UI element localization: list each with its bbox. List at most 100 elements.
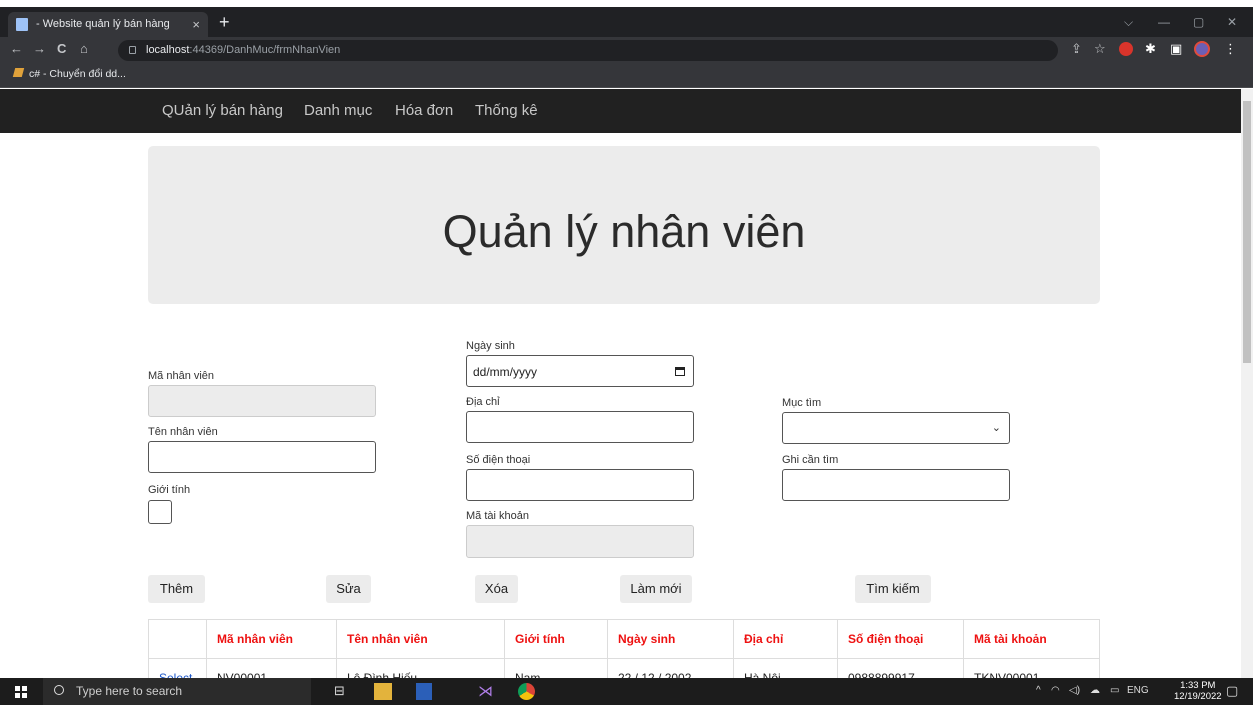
- search-icon: [54, 685, 64, 695]
- label-so-dien-thoai: Số điện thoại: [466, 454, 531, 466]
- ten-nhan-vien-input[interactable]: [148, 441, 376, 473]
- word-icon[interactable]: [416, 683, 432, 700]
- gioi-tinh-checkbox[interactable]: [148, 500, 172, 524]
- table-header: Mã nhân viên: [206, 619, 337, 659]
- table-cell: 22 / 12 / 2002: [607, 658, 734, 678]
- nav-link-thong-ke[interactable]: Thống kê: [475, 102, 538, 119]
- reload-icon[interactable]: C: [57, 41, 66, 56]
- search-placeholder: Type here to search: [76, 684, 183, 698]
- table-cell: Lê Đình Hiếu: [336, 658, 505, 678]
- browser-toolbar: ← → C ⌂ localhost:44369/DanhMuc/frmNhanV…: [0, 37, 1253, 63]
- language-indicator[interactable]: ENG: [1127, 685, 1149, 696]
- onedrive-icon[interactable]: ☁: [1090, 685, 1100, 696]
- back-icon[interactable]: ←: [10, 41, 23, 56]
- taskbar-clock[interactable]: 1:33 PM 12/19/2022: [1174, 680, 1222, 702]
- scrollbar-thumb[interactable]: [1243, 101, 1251, 363]
- table-header: Mã tài khoản: [963, 619, 1100, 659]
- chrome-icon[interactable]: [518, 683, 535, 700]
- clock-time: 1:33 PM: [1180, 680, 1216, 691]
- ngay-sinh-input[interactable]: dd/mm/yyyy: [466, 355, 694, 387]
- table-cell: Nam: [504, 658, 608, 678]
- puzzle-icon[interactable]: ✱: [1145, 41, 1156, 57]
- site-navbar: QUản lý bán hàng Danh mục Hóa đơn Thống …: [0, 89, 1241, 133]
- bookmarks-bar: c# - Chuyển đổi dd...: [0, 63, 1253, 88]
- extension-icon[interactable]: [1119, 42, 1133, 56]
- forward-icon[interactable]: →: [33, 41, 46, 56]
- share-icon[interactable]: ⇪: [1071, 41, 1082, 57]
- tab-title: - Website quản lý bán hàng: [36, 18, 170, 30]
- table-header: Tên nhân viên: [336, 619, 505, 659]
- chevron-down-icon: ⌄: [991, 422, 1001, 434]
- lam-moi-button[interactable]: Làm mới: [620, 575, 692, 603]
- table-header: Ngày sinh: [607, 619, 734, 659]
- page-favicon-icon: [16, 18, 28, 31]
- file-explorer-icon[interactable]: [374, 683, 392, 700]
- browser-tab[interactable]: - Website quản lý bán hàng ×: [8, 12, 208, 37]
- calendar-icon[interactable]: [675, 367, 685, 376]
- tray-chevron-icon[interactable]: ^: [1036, 685, 1041, 696]
- table-cell: Hà Nội: [733, 658, 838, 678]
- windows-taskbar: Type here to search ⊟ ⋊ ^ ◠ ◁) ☁ ▭ ENG 1…: [0, 678, 1253, 705]
- page-title: Quản lý nhân viên: [442, 206, 806, 257]
- profile-avatar[interactable]: [1194, 41, 1210, 57]
- table-header: Giới tính: [504, 619, 608, 659]
- volume-icon[interactable]: ◁): [1069, 685, 1080, 696]
- bookmark-item[interactable]: c# - Chuyển đổi dd...: [12, 68, 126, 80]
- nav-link-danh-muc[interactable]: Danh mục: [304, 102, 372, 119]
- url-host: localhost: [146, 44, 190, 56]
- clock-date: 12/19/2022: [1174, 691, 1222, 702]
- label-ngay-sinh: Ngày sinh: [466, 340, 515, 352]
- page-top-edge: [0, 0, 1253, 7]
- visual-studio-icon[interactable]: ⋊: [478, 683, 496, 700]
- ghi-can-tim-input[interactable]: [782, 469, 1010, 501]
- bookmark-icon: [12, 68, 25, 77]
- nav-brand[interactable]: QUản lý bán hàng: [162, 102, 283, 119]
- tim-kiem-button[interactable]: Tìm kiếm: [855, 575, 931, 603]
- label-ten-nhan-vien: Tên nhân viên: [148, 426, 218, 438]
- close-window-button[interactable]: ✕: [1227, 15, 1237, 29]
- notification-icon[interactable]: ▢: [1226, 683, 1238, 699]
- home-icon[interactable]: ⌂: [80, 41, 88, 56]
- label-ghi-can-tim: Ghi cần tìm: [782, 454, 839, 466]
- taskbar-search[interactable]: Type here to search: [43, 678, 311, 705]
- ma-tai-khoan-input[interactable]: [466, 525, 694, 558]
- lock-icon: [129, 46, 136, 54]
- address-bar[interactable]: localhost:44369/DanhMuc/frmNhanVien: [118, 40, 1058, 61]
- nav-link-hoa-don[interactable]: Hóa đơn: [395, 102, 453, 119]
- table-cell: NV00001: [206, 658, 337, 678]
- page-content: QUản lý bán hàng Danh mục Hóa đơn Thống …: [0, 89, 1241, 678]
- battery-icon[interactable]: ▭: [1110, 685, 1119, 696]
- tab-search-icon[interactable]: ⌵: [1124, 15, 1133, 30]
- label-ma-nhan-vien: Mã nhân viên: [148, 370, 215, 382]
- label-ma-tai-khoan: Mã tài khoản: [466, 510, 529, 522]
- nhan-vien-table: Mã nhân viên Tên nhân viên Giới tính Ngà…: [148, 619, 1100, 678]
- sua-button[interactable]: Sửa: [326, 575, 371, 603]
- sidebar-icon[interactable]: ▣: [1170, 41, 1182, 57]
- maximize-button[interactable]: ▢: [1193, 15, 1204, 29]
- select-link[interactable]: Select: [148, 658, 207, 678]
- muc-tim-select[interactable]: ⌄: [782, 412, 1010, 444]
- xoa-button[interactable]: Xóa: [475, 575, 518, 603]
- star-icon[interactable]: ☆: [1094, 41, 1106, 57]
- dia-chi-input[interactable]: [466, 411, 694, 443]
- jumbotron: Quản lý nhân viên: [148, 146, 1100, 304]
- browser-tab-strip: - Website quản lý bán hàng × + ⌵ — ▢ ✕: [0, 7, 1253, 37]
- page-scrollbar[interactable]: [1241, 89, 1253, 678]
- table-header: Số điện thoại: [837, 619, 964, 659]
- table-header: Địa chỉ: [733, 619, 838, 659]
- windows-start-icon[interactable]: [15, 686, 27, 698]
- table-header: [148, 619, 207, 659]
- so-dien-thoai-input[interactable]: [466, 469, 694, 501]
- url-path: :44369/DanhMuc/frmNhanVien: [189, 44, 341, 56]
- wifi-icon[interactable]: ◠: [1051, 685, 1060, 696]
- ma-nhan-vien-input[interactable]: [148, 385, 376, 417]
- them-button[interactable]: Thêm: [148, 575, 205, 603]
- new-tab-button[interactable]: +: [219, 11, 230, 33]
- minimize-button[interactable]: —: [1158, 15, 1170, 29]
- table-cell: 0988899917: [837, 658, 964, 678]
- task-view-icon[interactable]: ⊟: [334, 683, 345, 700]
- table-header-row: Mã nhân viên Tên nhân viên Giới tính Ngà…: [148, 619, 1100, 659]
- tab-close-icon[interactable]: ×: [192, 12, 200, 37]
- label-gioi-tinh: Giới tính: [148, 484, 191, 496]
- menu-icon[interactable]: ⋮: [1224, 41, 1237, 57]
